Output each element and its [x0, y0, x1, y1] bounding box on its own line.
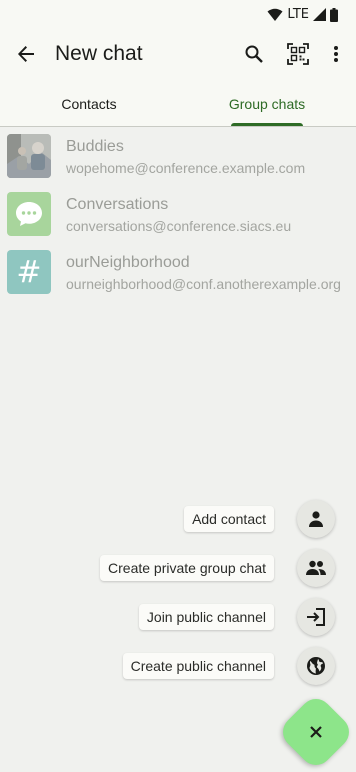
battery-icon: [330, 7, 338, 22]
group-name: Conversations: [66, 196, 169, 213]
group-icon: [306, 560, 326, 575]
create-private-group-chat-button[interactable]: [297, 549, 335, 587]
search-icon: [245, 45, 263, 63]
add-contact-button[interactable]: [297, 500, 335, 538]
create-public-channel-button[interactable]: [297, 647, 335, 685]
group-name: ourNeighborhood: [66, 254, 190, 271]
status-bar: LTE: [0, 0, 356, 30]
tab-contacts[interactable]: Contacts: [0, 80, 178, 127]
status-icons: LTE: [267, 7, 338, 22]
group-address: wopehome@conference.example.com: [66, 160, 306, 176]
qr-code-scanner-icon: [287, 43, 309, 65]
tab-group-chats[interactable]: Group chats: [178, 80, 356, 127]
group-name: Buddies: [66, 138, 124, 155]
group-photo-avatar: [7, 134, 51, 178]
group-address: ourneighborhood@conf.anotherexample.org: [66, 276, 341, 292]
add-contact-label[interactable]: Add contact: [184, 506, 274, 532]
app-bar: New chat: [0, 30, 356, 80]
tab-bar: Contacts Group chats: [0, 80, 356, 127]
arrow-back-icon: [18, 46, 34, 62]
list-item[interactable]: Conversations conversations@conference.s…: [0, 186, 356, 244]
search-button[interactable]: [238, 38, 270, 70]
back-button[interactable]: [10, 38, 42, 70]
avatar: #: [7, 250, 51, 294]
close-icon: [310, 726, 322, 738]
tab-selected-indicator: [231, 123, 303, 126]
globe-icon: [307, 657, 325, 675]
person-icon: [309, 511, 323, 527]
more-options-button[interactable]: [322, 38, 350, 70]
create-private-group-chat-label[interactable]: Create private group chat: [100, 555, 274, 581]
qr-scan-button[interactable]: [282, 38, 314, 70]
avatar: [7, 134, 51, 178]
page-title: New chat: [55, 42, 143, 65]
network-type-label: LTE: [287, 7, 309, 22]
avatar: [7, 192, 51, 236]
signal-icon: [313, 8, 326, 21]
create-public-channel-label[interactable]: Create public channel: [122, 653, 274, 679]
wifi-icon: [267, 8, 283, 21]
list-item[interactable]: Buddies wopehome@conference.example.com: [0, 128, 356, 186]
chat-bubble-icon: [16, 202, 42, 226]
more-vert-icon: [334, 46, 338, 62]
group-address: conversations@conference.siacs.eu: [66, 218, 292, 234]
join-public-channel-button[interactable]: [297, 598, 335, 636]
login-icon: [307, 608, 325, 626]
list-item[interactable]: # ourNeighborhood ourneighborhood@conf.a…: [0, 244, 356, 302]
join-public-channel-label[interactable]: Join public channel: [138, 604, 274, 630]
